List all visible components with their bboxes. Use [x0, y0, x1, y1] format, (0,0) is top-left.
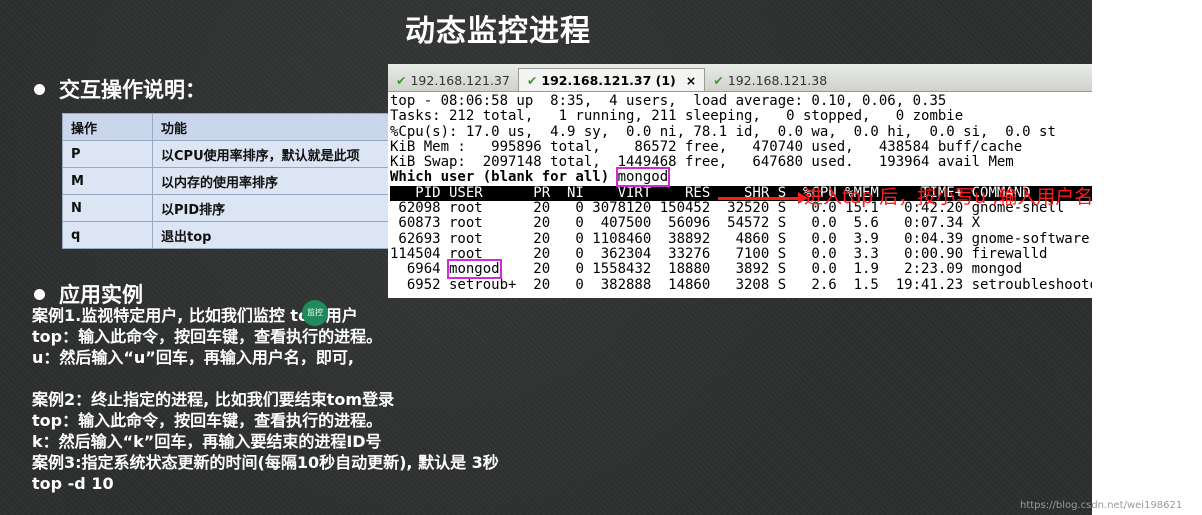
top-summary-line: top - 08:06:58 up 8:35, 4 users, load av… [390, 93, 947, 109]
connected-check-icon: ✔ [713, 72, 724, 88]
case-line: k：然后输入“k”回车，再输入要结束的进程ID号 [32, 432, 382, 451]
case-line: 案例3:指定系统状态更新的时间(每隔10秒自动更新), 默认是 3秒 [32, 453, 499, 472]
terminal-output[interactable]: top - 08:06:58 up 8:35, 4 users, load av… [388, 92, 1187, 298]
top-mem-line: KiB Mem : 995896 total, 86572 free, 4707… [390, 138, 1023, 155]
op-key: N [62, 194, 153, 222]
op-desc: 以PID排序 [152, 194, 399, 222]
col-op: 操作 [62, 113, 153, 141]
annotation-text: 进入top 后，按小写u ,输入用户名 [804, 186, 1094, 208]
table-row: P 以CPU使用率排序，默认就是此项 [62, 140, 399, 168]
process-row: 6952 setroub+ 20 0 382888 14860 3208 S 2… [390, 276, 1099, 293]
ops-table-header: 操作 功能 [62, 113, 399, 141]
mongod-stats: 20 0 1558432 18880 3892 S 0.0 1.9 2:23.0… [499, 261, 1023, 278]
right-margin [1092, 0, 1202, 515]
process-row: 60873 root 20 0 407500 56096 54572 S 0.0… [390, 215, 981, 232]
user-input-field[interactable]: mongod [615, 167, 671, 188]
tab-session-3[interactable]: ✔ 192.168.121.38 [705, 69, 835, 91]
table-row: N 以PID排序 [62, 194, 399, 222]
terminal-screenshot: ✔ 192.168.121.37 ✔ 192.168.121.37 (1) × … [388, 64, 1187, 298]
tab-label: 192.168.121.37 [410, 72, 510, 88]
process-row: 114504 root 20 0 362304 33276 7100 S 0.0… [390, 245, 1048, 262]
user-prompt-line: Which user (blank for all) mongod [390, 167, 1187, 188]
process-row: 62693 root 20 0 1108460 38892 4860 S 0.0… [390, 230, 1090, 247]
case-line: top -d 10 [32, 474, 114, 493]
tab-session-2[interactable]: ✔ 192.168.121.37 (1) × [517, 68, 706, 91]
case-line: u：然后输入“u”回车，再输入用户名，即可, [32, 348, 354, 367]
close-tab-icon[interactable]: × [686, 73, 696, 88]
annotation-arrow-icon [718, 192, 808, 204]
top-tasks-line: Tasks: 212 total, 1 running, 211 sleepin… [390, 108, 964, 125]
connected-check-icon: ✔ [526, 72, 538, 88]
tab-session-1[interactable]: ✔ 192.168.121.37 [388, 69, 518, 91]
recording-dot-icon[interactable]: 监控 [302, 300, 328, 326]
bullet-icon [34, 83, 45, 95]
op-key: q [62, 221, 153, 249]
watermark: https://blog.csdn.net/wei198621 [1020, 500, 1183, 511]
case-line: 案例2：终止指定的进程, 比如我们要结束tom登录 [32, 390, 395, 409]
case-examples: 案例1.监视特定用户, 比如我们监控 tom用户 top：输入此命令，按回车键，… [32, 305, 499, 494]
op-desc: 以内存的使用率排序 [152, 167, 399, 195]
ops-table: 操作 功能 P 以CPU使用率排序，默认就是此项 M 以内存的使用率排序 N 以… [62, 113, 399, 249]
table-row: q 退出top [62, 221, 399, 249]
tab-label: 192.168.121.37 (1) [541, 72, 676, 88]
mongod-user-highlight: mongod [447, 259, 502, 280]
tab-label: 192.168.121.38 [727, 72, 828, 88]
terminal-tabbar: ✔ 192.168.121.37 ✔ 192.168.121.37 (1) × … [388, 64, 1187, 92]
mongod-pid: 6964 [390, 261, 450, 278]
top-cpu-line: %Cpu(s): 17.0 us, 4.9 sy, 0.0 ni, 78.1 i… [390, 123, 1056, 140]
section1-title: 交互操作说明： [59, 78, 206, 102]
op-key: P [62, 140, 153, 168]
bullet-icon [34, 288, 45, 300]
user-prompt: Which user (blank for all) [390, 169, 618, 186]
op-desc: 以CPU使用率排序，默认就是此项 [152, 140, 399, 168]
section-interactive-ops: 交互操作说明： [34, 74, 206, 104]
slide-title: 动态监控进程 [405, 14, 591, 49]
case-line: top：输入此命令，按回车键，查看执行的进程。 [32, 411, 383, 430]
connected-check-icon: ✔ [396, 72, 407, 88]
table-row: M 以内存的使用率排序 [62, 167, 399, 195]
op-key: M [62, 167, 153, 195]
col-func: 功能 [152, 113, 399, 141]
process-row-mongod: 6964 mongod 20 0 1558432 18880 3892 S 0.… [390, 259, 1187, 280]
case-line: top：输入此命令，按回车键，查看执行的进程。 [32, 327, 383, 346]
section2-title: 应用实例 [59, 283, 143, 307]
op-desc: 退出top [152, 221, 399, 249]
